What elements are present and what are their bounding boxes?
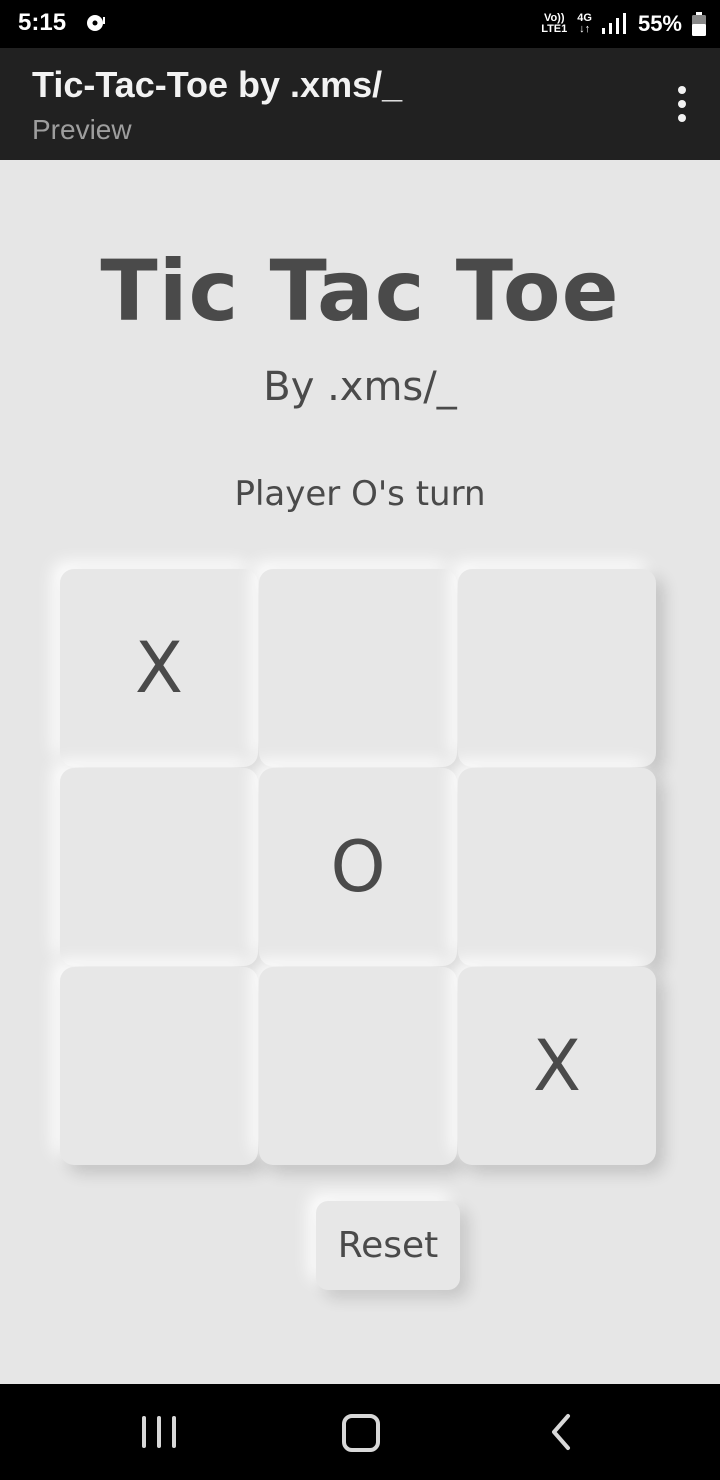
signal-icon	[601, 13, 626, 34]
recents-icon[interactable]	[142, 1416, 176, 1448]
app-title: Tic-Tac-Toe by .xms/_	[32, 64, 403, 105]
board-cell-2[interactable]	[259, 569, 457, 767]
board-cell-7[interactable]	[60, 967, 258, 1165]
app-bar: Tic-Tac-Toe by .xms/_ Preview	[0, 48, 720, 160]
volte-indicator: Vo)) LTE1	[541, 13, 567, 35]
overflow-dot	[678, 86, 686, 94]
game-screen: Tic Tac Toe By .xms/_ Player O's turn X …	[0, 160, 720, 1384]
board-cell-5[interactable]: O	[259, 768, 457, 966]
home-icon[interactable]	[342, 1414, 380, 1452]
board-cell-9[interactable]: X	[458, 967, 656, 1165]
recents-bar	[172, 1416, 176, 1448]
status-bar: 5:15 Vo)) LTE1 4G ↓↑ 55%	[0, 0, 720, 48]
back-icon[interactable]	[548, 1412, 576, 1452]
app-subtitle: Preview	[32, 114, 132, 145]
network-indicator: 4G ↓↑	[577, 13, 592, 35]
recents-bar	[142, 1416, 146, 1448]
battery-icon	[692, 12, 706, 36]
board-cell-4[interactable]	[60, 768, 258, 966]
game-byline: By .xms/_	[263, 364, 457, 410]
media-icon	[87, 15, 105, 31]
status-time: 5:15	[18, 9, 67, 36]
battery-percent: 55%	[637, 11, 682, 36]
board-cell-3[interactable]	[458, 569, 656, 767]
recents-bar	[157, 1416, 161, 1448]
board-cell-8[interactable]	[259, 967, 457, 1165]
game-board: X O X	[60, 569, 656, 1165]
turn-indicator: Player O's turn	[234, 474, 486, 514]
overflow-dot	[678, 114, 686, 122]
overflow-dot	[678, 100, 686, 108]
more-vert-icon[interactable]	[670, 84, 694, 124]
board-cell-1[interactable]: X	[60, 569, 258, 767]
data-arrows-icon: ↓↑	[579, 23, 591, 35]
game-title: Tic Tac Toe	[100, 242, 620, 340]
lte-label: LTE1	[541, 23, 568, 35]
status-icons: Vo)) LTE1 4G ↓↑ 55%	[541, 8, 706, 40]
reset-button[interactable]: Reset	[316, 1201, 460, 1290]
board-cell-6[interactable]	[458, 768, 656, 966]
system-nav-bar	[0, 1384, 720, 1480]
